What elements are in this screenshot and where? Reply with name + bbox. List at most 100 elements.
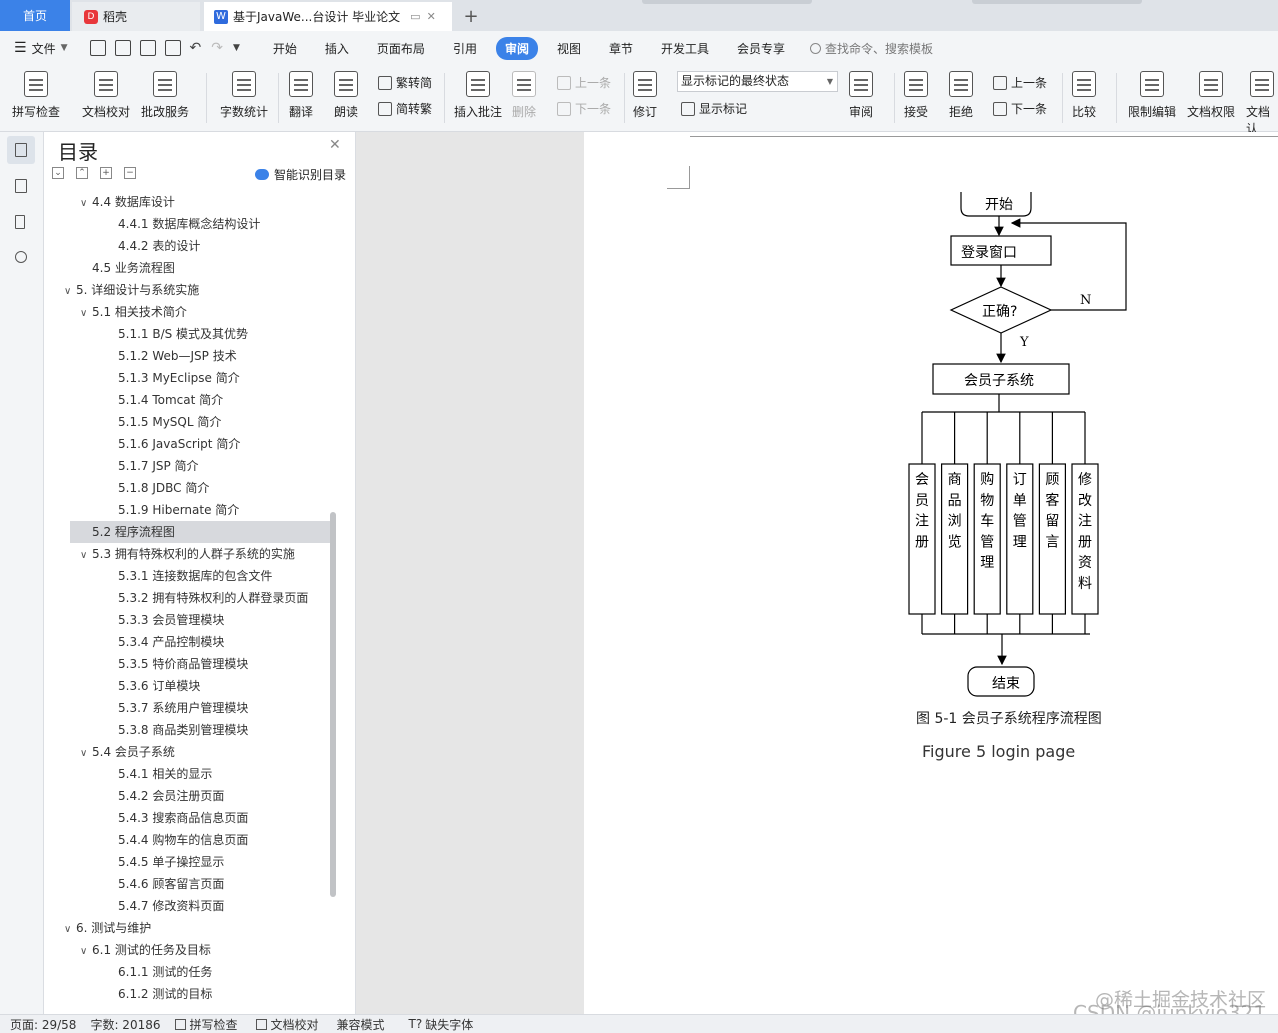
toc-item[interactable]: 6.1.2 测试的目标 <box>44 983 348 1005</box>
command-search[interactable]: 查找命令、搜索模板 <box>810 40 933 57</box>
reject-button[interactable]: 拒绝 <box>949 71 973 120</box>
bookmark-icon[interactable] <box>11 212 31 232</box>
toc-item[interactable]: 4.4.1 数据库概念结构设计 <box>44 213 348 235</box>
accept-button[interactable]: 接受 <box>904 71 928 120</box>
doc-permission-button[interactable]: 文档权限 <box>1187 71 1235 120</box>
toc-item[interactable]: 5.3.8 商品类别管理模块 <box>44 719 348 741</box>
tab-close-icon[interactable]: ✕ <box>427 10 436 23</box>
redo-icon[interactable]: ↷ <box>211 40 223 56</box>
word-count-button[interactable]: 字数统计 <box>220 71 268 120</box>
toc-item[interactable]: ∨ 4.4 数据库设计 <box>44 191 348 213</box>
toc-item[interactable]: 5.1.6 JavaScript 简介 <box>44 433 348 455</box>
navigation-icon[interactable] <box>11 176 31 196</box>
toc-item[interactable]: ∨ 5.4 会员子系统 <box>44 741 348 763</box>
chevron-down-icon[interactable]: ∨ <box>80 303 92 325</box>
file-menu[interactable]: ☰ 文件 ▼ <box>14 40 68 57</box>
compare-button[interactable]: 比较 <box>1072 71 1096 120</box>
chevron-down-icon[interactable]: ∨ <box>80 941 92 963</box>
doc-cert-button[interactable]: 文档认 <box>1246 71 1278 137</box>
toc-item[interactable]: 5.1.1 B/S 模式及其优势 <box>44 323 348 345</box>
tab-window-icon[interactable]: ▭ <box>410 10 420 23</box>
smart-toc-button[interactable]: 智能识别目录 <box>254 166 346 183</box>
chevron-down-icon[interactable]: ∨ <box>80 545 92 567</box>
new-tab-button[interactable]: + <box>458 2 484 31</box>
toc-item[interactable]: ∨ 6. 测试与维护 <box>44 917 348 939</box>
menu-start[interactable]: 开始 <box>264 37 306 60</box>
toc-item[interactable]: 5.1.9 Hibernate 简介 <box>44 499 348 521</box>
track-changes-button[interactable]: 修订 <box>633 71 657 120</box>
next-comment-button[interactable]: 下一条 <box>557 100 611 117</box>
show-markup-button[interactable]: 显示标记 <box>681 100 747 117</box>
chevron-down-icon[interactable]: ∨ <box>80 743 92 765</box>
prev-change-button[interactable]: 上一条 <box>993 74 1047 91</box>
read-aloud-button[interactable]: 朗读 <box>334 71 358 120</box>
toc-item[interactable]: 5.2 程序流程图 <box>70 521 330 543</box>
toc-item[interactable]: 5.3.3 会员管理模块 <box>44 609 348 631</box>
menu-member[interactable]: 会员专享 <box>728 37 794 60</box>
print-preview-icon[interactable] <box>164 40 181 56</box>
tab-home[interactable]: 首页 <box>0 0 70 31</box>
toc-item[interactable]: ∨ 5.1 相关技术简介 <box>44 301 348 323</box>
toc-item[interactable]: 5.3.5 特价商品管理模块 <box>44 653 348 675</box>
collapse-all-icon[interactable]: ⌄ <box>52 167 64 179</box>
toc-item[interactable]: 4.4.2 表的设计 <box>44 235 348 257</box>
toc-item[interactable]: 5.1.3 MyEclipse 简介 <box>44 367 348 389</box>
toc-item[interactable]: 5.4.1 相关的显示 <box>44 763 348 785</box>
print-icon[interactable] <box>139 40 156 56</box>
toc-item[interactable]: 5.4.2 会员注册页面 <box>44 785 348 807</box>
next-change-button[interactable]: 下一条 <box>993 100 1047 117</box>
toc-item[interactable]: 5.3.6 订单模块 <box>44 675 348 697</box>
expand-up-icon[interactable]: ⌃ <box>76 167 88 179</box>
toc-panel-icon[interactable] <box>7 136 35 164</box>
doc-proof-button[interactable]: 文档校对 <box>82 71 130 120</box>
delete-comment-button[interactable]: 删除 <box>512 71 536 120</box>
restrict-edit-button[interactable]: 限制编辑 <box>1128 71 1176 120</box>
toc-item[interactable]: 5.3.2 拥有特殊权利的人群登录页面 <box>44 587 348 609</box>
toc-item[interactable]: 5.4.7 修改资料页面 <box>44 895 348 917</box>
export-pdf-icon[interactable] <box>114 40 131 56</box>
menu-review[interactable]: 审阅 <box>495 36 538 60</box>
batch-service-button[interactable]: 批改服务 <box>141 71 189 120</box>
simp-to-trad-button[interactable]: 简转繁 <box>378 100 432 117</box>
toc-item[interactable]: ∨ 5.3 拥有特殊权利的人群子系统的实施 <box>44 543 348 565</box>
menu-insert[interactable]: 插入 <box>316 37 358 60</box>
remove-heading-icon[interactable]: − <box>124 167 136 179</box>
search-icon[interactable] <box>11 248 31 268</box>
toc-item[interactable]: 5.1.4 Tomcat 简介 <box>44 389 348 411</box>
toc-item[interactable]: 4.5 业务流程图 <box>44 257 348 279</box>
toc-item[interactable]: 5.4.6 顾客留言页面 <box>44 873 348 895</box>
toc-item[interactable]: 5.3.1 连接数据库的包含文件 <box>44 565 348 587</box>
status-compat-mode[interactable]: 兼容模式 <box>337 1016 385 1033</box>
toc-item[interactable]: 5.1.5 MySQL 简介 <box>44 411 348 433</box>
chevron-down-icon[interactable]: ∨ <box>64 919 76 941</box>
insert-comment-button[interactable]: 插入批注 <box>454 71 502 120</box>
status-spell-check[interactable]: 拼写检查 <box>174 1016 238 1033</box>
toc-item[interactable]: ∨ 6.1 测试的任务及目标 <box>44 939 348 961</box>
chevron-down-icon[interactable]: ∨ <box>64 281 76 303</box>
toc-item[interactable]: 5.1.2 Web—JSP 技术 <box>44 345 348 367</box>
menu-developer[interactable]: 开发工具 <box>652 37 718 60</box>
toc-item[interactable]: 5.3.4 产品控制模块 <box>44 631 348 653</box>
toc-item[interactable]: 6.1.1 测试的任务 <box>44 961 348 983</box>
toc-item[interactable]: 5.3.7 系统用户管理模块 <box>44 697 348 719</box>
toc-item[interactable]: 5.4.4 购物车的信息页面 <box>44 829 348 851</box>
toc-item[interactable]: 5.1.8 JDBC 简介 <box>44 477 348 499</box>
toc-item[interactable]: ∨ 5. 详细设计与系统实施 <box>44 279 348 301</box>
status-doc-proof[interactable]: 文档校对 <box>255 1016 319 1033</box>
translate-button[interactable]: 翻译 <box>289 71 313 120</box>
tab-document[interactable]: W 基于JavaWe...台设计 毕业论文 ▭ ✕ <box>204 2 452 31</box>
close-icon[interactable]: ✕ <box>329 137 341 153</box>
spell-check-button[interactable]: 拼写检查 <box>12 71 60 120</box>
trad-to-simp-button[interactable]: 繁转简 <box>378 74 432 91</box>
toc-scrollbar[interactable] <box>330 512 336 897</box>
toc-item[interactable]: 5.1.7 JSP 简介 <box>44 455 348 477</box>
tab-daoke[interactable]: D 稻壳 <box>72 2 200 31</box>
status-missing-font[interactable]: T? 缺失字体 <box>409 1016 474 1033</box>
toc-item[interactable]: 5.4.3 搜索商品信息页面 <box>44 807 348 829</box>
markup-state-select[interactable]: 显示标记的最终状态 ▼ <box>677 71 838 92</box>
customize-chevron-icon[interactable]: ▼ <box>233 43 240 53</box>
toc-item[interactable]: 5.4.5 单子操控显示 <box>44 851 348 873</box>
menu-chapter[interactable]: 章节 <box>600 37 642 60</box>
menu-reference[interactable]: 引用 <box>444 37 486 60</box>
status-word-count[interactable]: 字数: 20186 <box>90 1016 160 1033</box>
